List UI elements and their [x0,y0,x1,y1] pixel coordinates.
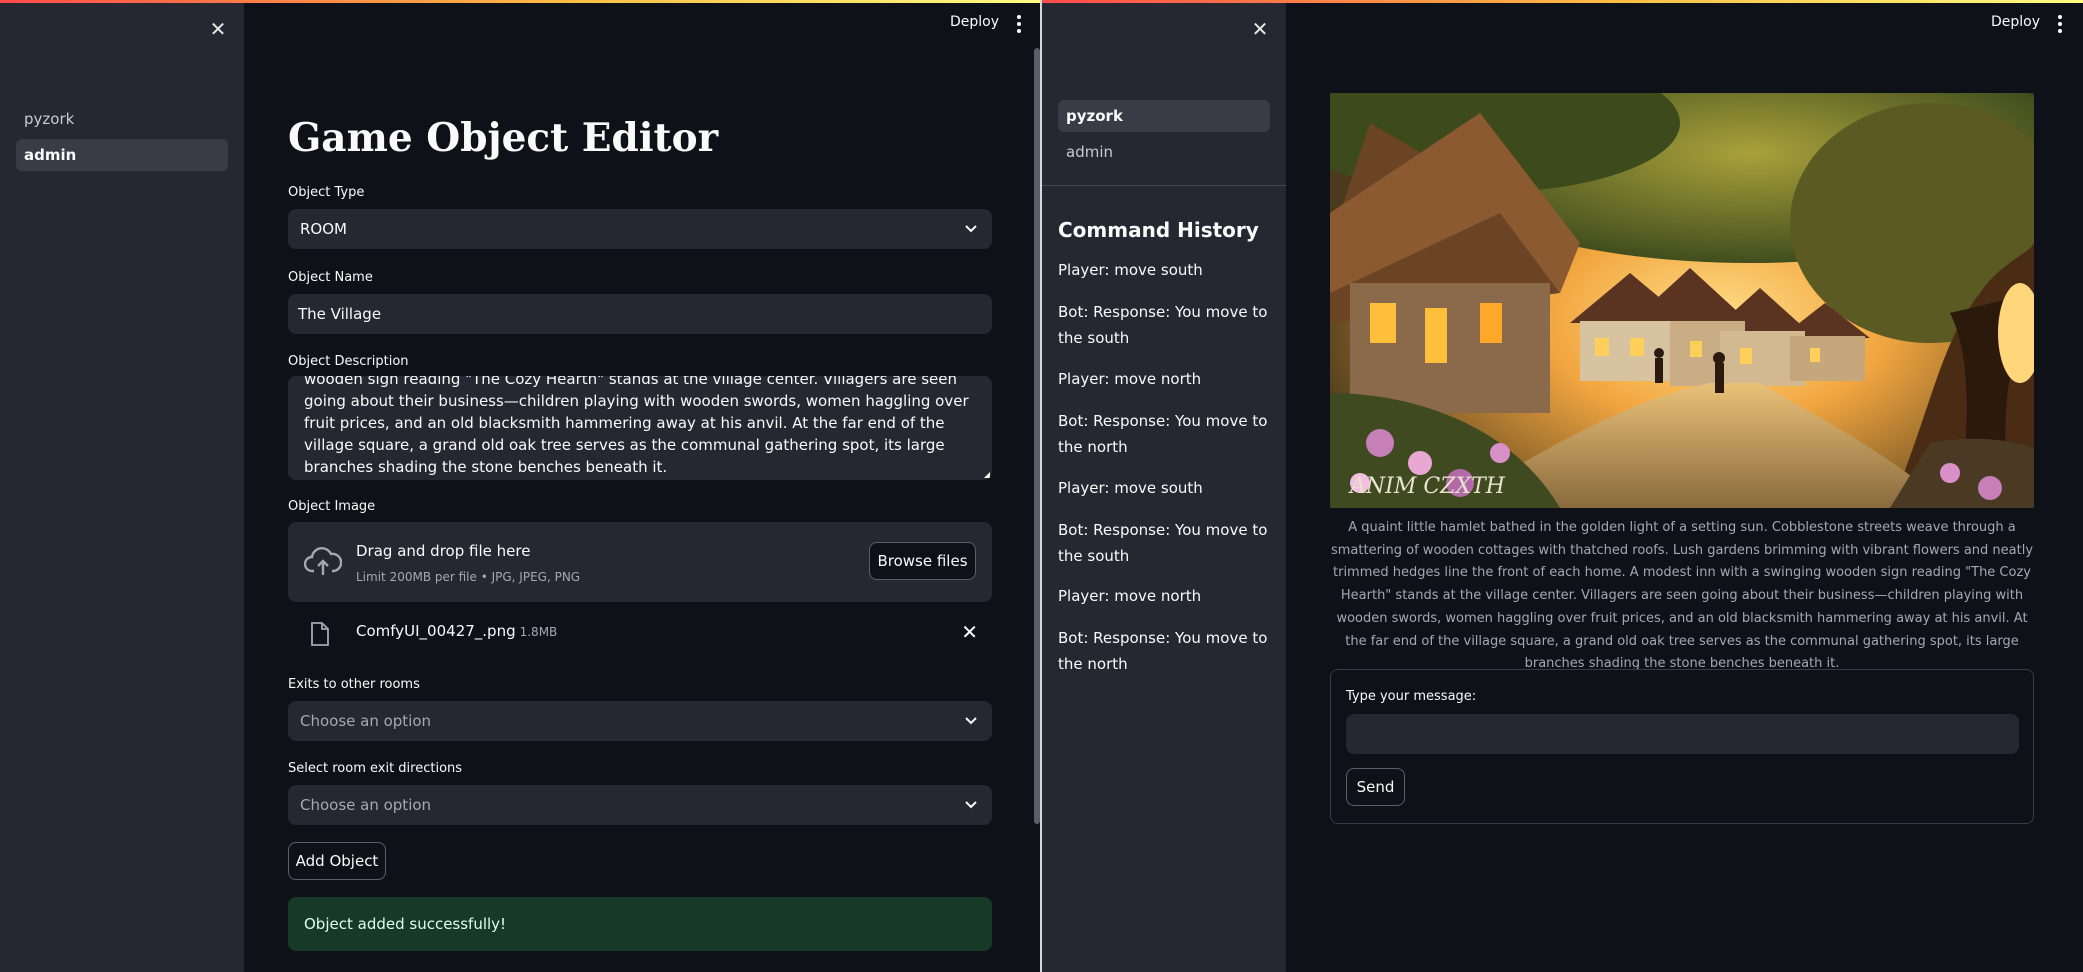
sidebar-item-pyzork[interactable]: pyzork [16,103,228,135]
resize-handle-icon[interactable] [984,472,990,478]
watermark-logo: ANIM CZXTH [1348,474,1506,499]
sidebar: ✕ pyzork admin [0,3,244,972]
dropzone-limit: Limit 200MB per file • JPG, JPEG, PNG [356,570,581,584]
deploy-button[interactable]: Deploy [1991,14,2040,30]
close-sidebar-icon[interactable]: ✕ [206,17,230,41]
cloud-upload-icon [304,547,342,575]
uploaded-file-size: 1.8MB [519,625,558,639]
file-dropzone[interactable]: Drag and drop file here Limit 200MB per … [288,522,992,602]
uploaded-file-row: ComfyUI_00427_.png 1.8MB ✕ [288,612,992,656]
sidebar-divider [1042,185,1286,186]
file-icon [311,622,329,646]
history-item: Bot: Response: You move to the north [1058,629,1268,673]
chat-form: Type your message: Send [1330,669,2034,824]
exit-directions-multiselect[interactable]: Choose an option [288,785,992,825]
chevron-down-icon [965,801,977,809]
exits-placeholder: Choose an option [300,712,432,730]
command-history-title: Command History [1058,218,1259,242]
history-item: Player: move north [1058,370,1202,388]
main-menu-icon[interactable] [1009,12,1029,36]
object-type-value: ROOM [300,220,347,238]
image-caption: A quaint little hamlet bathed in the gol… [1330,520,2034,672]
message-input[interactable] [1346,714,2019,754]
object-description-textarea[interactable]: and neatly trimmed hedges line the front… [288,376,992,480]
sidebar-item-admin[interactable]: admin [16,139,228,171]
object-name-label: Object Name [288,270,373,285]
success-alert: Object added successfully! [288,897,992,951]
deploy-button[interactable]: Deploy [950,14,999,30]
history-item: Player: move north [1058,587,1202,605]
pyzork-app-window: ✕ pyzork admin Command History Player: m… [1042,0,2083,972]
chevron-down-icon [965,225,977,233]
exit-directions-label: Select room exit directions [288,761,463,776]
sidebar-item-admin[interactable]: admin [1058,136,1270,168]
object-description-text: and neatly trimmed hedges line the front… [304,376,969,476]
object-image-label: Object Image [288,499,376,514]
history-item: Bot: Response: You move to the south [1058,521,1268,565]
send-button[interactable]: Send [1346,768,1405,806]
sidebar-item-pyzork[interactable]: pyzork [1058,100,1270,132]
history-item: Bot: Response: You move to the south [1058,303,1268,347]
exits-multiselect[interactable]: Choose an option [288,701,992,741]
page-title: Game Object Editor [288,115,719,161]
village-scene-image: ANIM CZXTH [1330,93,2034,508]
dropzone-instructions: Drag and drop file here [356,542,531,560]
main-menu-icon[interactable] [2050,12,2070,36]
object-type-label: Object Type [288,185,365,200]
close-sidebar-icon[interactable]: ✕ [1248,17,1272,41]
message-input-label: Type your message: [1346,689,1477,704]
history-item: Bot: Response: You move to the north [1058,412,1268,456]
object-name-input[interactable]: The Village [288,294,992,334]
chevron-down-icon [965,717,977,725]
exits-label: Exits to other rooms [288,677,420,692]
sidebar: ✕ pyzork admin Command History Player: m… [1042,3,1286,972]
history-item: Player: move south [1058,479,1203,497]
admin-app-window: ✕ pyzork admin Deploy Game Object Editor… [0,0,1040,972]
exit-directions-placeholder: Choose an option [300,796,432,814]
history-item: Player: move south [1058,261,1203,279]
object-type-select[interactable]: ROOM [288,209,992,249]
remove-file-icon[interactable]: ✕ [961,620,978,644]
object-description-label: Object Description [288,354,409,369]
uploaded-file-name: ComfyUI_00427_.png [356,622,516,640]
add-object-button[interactable]: Add Object [288,842,386,880]
browse-files-button[interactable]: Browse files [869,542,976,580]
